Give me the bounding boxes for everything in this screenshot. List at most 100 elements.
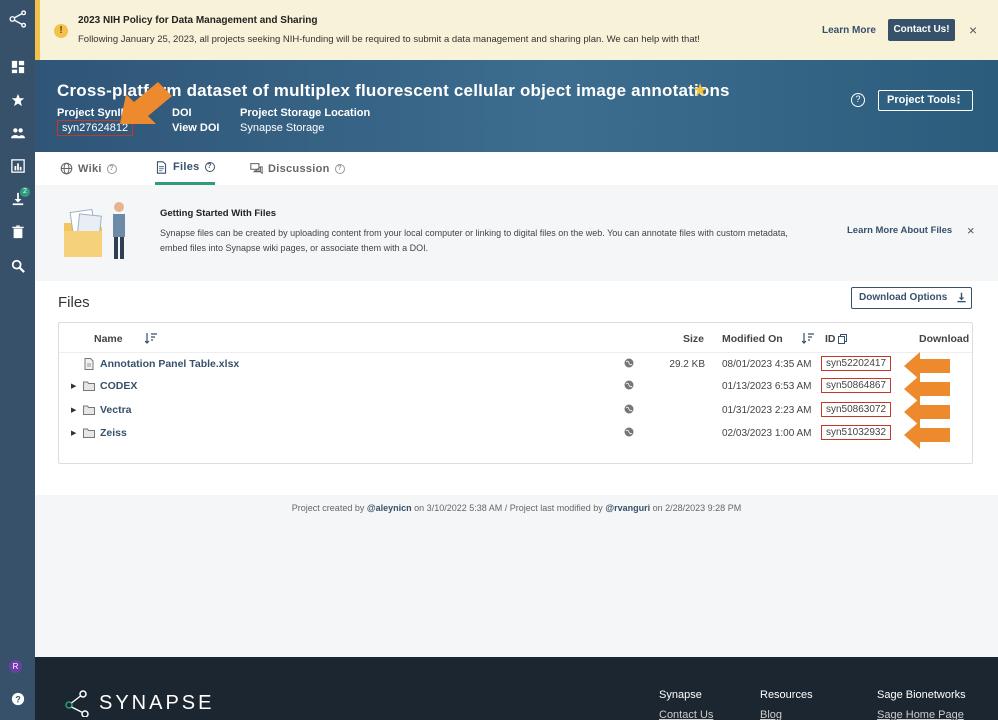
- modified-date: on 2/28/2023 9:28 PM: [652, 503, 742, 513]
- getting-started-heading: Getting Started With Files: [160, 208, 277, 219]
- files-help-icon[interactable]: ?: [204, 162, 215, 172]
- col-header-modified[interactable]: Modified On: [722, 333, 783, 345]
- row-name-link[interactable]: Annotation Panel Table.xlsx: [100, 358, 239, 370]
- table-row[interactable]: ▶ CODEX 01/13/2023 6:53 AM syn50864867: [59, 375, 972, 398]
- banner-learn-more-link[interactable]: Learn More: [822, 25, 876, 36]
- trash-icon[interactable]: [0, 219, 35, 245]
- tab-discussion-label: Discussion: [268, 162, 330, 175]
- favorite-star-icon[interactable]: ★: [692, 80, 708, 101]
- public-globe-icon: [624, 380, 634, 390]
- project-created-modified-line: Project created by @aleynicn on 3/10/202…: [35, 503, 998, 513]
- tab-discussion[interactable]: Discussion ?: [250, 152, 345, 185]
- footer-blog-link[interactable]: Blog: [760, 709, 782, 720]
- user-avatar[interactable]: R: [9, 660, 22, 673]
- tab-files[interactable]: Files ?: [155, 152, 215, 185]
- table-row[interactable]: ▶ Zeiss 02/03/2023 1:00 AM syn51032932: [59, 422, 972, 445]
- project-help-icon[interactable]: ?: [851, 93, 865, 107]
- search-icon[interactable]: [0, 253, 35, 279]
- download-options-label: Download Options: [859, 292, 948, 303]
- project-tabs: Wiki ? Files ? Discussion ?: [35, 152, 998, 185]
- discussion-help-icon[interactable]: ?: [334, 163, 345, 174]
- warning-icon: !: [54, 24, 68, 38]
- downloads-count-badge: 2: [20, 187, 30, 197]
- created-prefix: Project created by: [291, 503, 365, 513]
- wiki-help-icon[interactable]: ?: [106, 163, 117, 174]
- row-id: syn50864867: [821, 378, 892, 393]
- getting-started-text: Synapse files can be created by uploadin…: [160, 228, 788, 253]
- files-content: Getting Started With Files Synapse files…: [35, 185, 998, 657]
- tab-wiki[interactable]: Wiki ?: [60, 152, 117, 185]
- row-id: syn52202417: [821, 356, 892, 371]
- synapse-logo-icon[interactable]: [0, 6, 35, 32]
- modified-by-user-link[interactable]: @rvanguri: [605, 503, 650, 513]
- public-globe-icon: [624, 427, 634, 437]
- footer-col-synapse-title: Synapse: [659, 689, 702, 701]
- row-name-link[interactable]: Vectra: [100, 404, 132, 416]
- getting-started-panel: Getting Started With Files Synapse files…: [35, 185, 998, 278]
- learn-more-files-link[interactable]: Learn More About Files: [847, 225, 952, 236]
- expand-caret-icon[interactable]: ▶: [71, 406, 76, 414]
- favorites-star-icon[interactable]: [0, 87, 35, 113]
- created-by-user-link[interactable]: @aleynicn: [367, 503, 412, 513]
- table-row[interactable]: Annotation Panel Table.xlsx 29.2 KB 08/0…: [59, 352, 972, 375]
- storage-location-label: Project Storage Location: [240, 107, 371, 119]
- footer-contact-us-link[interactable]: Contact Us: [659, 709, 713, 720]
- charts-icon[interactable]: [0, 153, 35, 179]
- row-name-link[interactable]: Zeiss: [100, 427, 127, 439]
- annotation-arrow-row4-icon: [904, 421, 950, 449]
- footer-col-sage-title: Sage Bionetworks: [877, 689, 966, 701]
- copy-icon[interactable]: [838, 334, 847, 344]
- teams-icon[interactable]: [0, 120, 35, 146]
- folder-icon: [83, 381, 95, 391]
- folder-icon: [83, 405, 95, 415]
- expand-caret-icon[interactable]: ▶: [71, 429, 76, 437]
- dashboard-icon[interactable]: [0, 54, 35, 80]
- files-table: Name Size Modified On ID Download Annota…: [58, 322, 973, 464]
- col-header-id: ID: [825, 333, 836, 345]
- help-icon[interactable]: ?: [0, 686, 35, 712]
- row-modified: 01/31/2023 2:23 AM: [722, 405, 812, 416]
- footer-col-resources-title: Resources: [760, 689, 813, 701]
- annotation-arrow-synid-icon: [120, 82, 172, 124]
- site-footer: SYNAPSE Synapse Contact Us Resources Blo…: [35, 657, 998, 720]
- file-icon: [156, 160, 167, 174]
- view-doi-link[interactable]: View DOI: [172, 122, 219, 134]
- files-title: Files: [58, 294, 90, 311]
- tab-wiki-label: Wiki: [78, 162, 102, 175]
- expand-caret-icon[interactable]: ▶: [71, 382, 76, 390]
- files-panel: Files Download Options Name Size Modifie…: [35, 281, 998, 495]
- synapse-logo-icon: [65, 690, 89, 717]
- project-tools-label: Project Tools: [887, 94, 956, 106]
- row-id: syn51032932: [821, 425, 892, 440]
- row-modified: 02/03/2023 1:00 AM: [722, 428, 812, 439]
- table-row[interactable]: ▶ Vectra 01/31/2023 2:23 AM syn50863072: [59, 399, 972, 422]
- sort-modified-icon[interactable]: [802, 333, 814, 344]
- col-header-name[interactable]: Name: [94, 333, 123, 345]
- row-id: syn50863072: [821, 402, 892, 417]
- file-icon: [84, 358, 94, 370]
- folder-icon: [83, 428, 95, 438]
- storage-location-value: Synapse Storage: [240, 122, 325, 134]
- footer-brand: SYNAPSE: [99, 692, 215, 714]
- left-nav-rail: 2 R ?: [0, 0, 35, 720]
- banner-text: Following January 25, 2023, all projects…: [78, 34, 700, 45]
- project-tools-button[interactable]: Project Tools ⋮: [878, 90, 973, 111]
- public-globe-icon: [624, 358, 634, 368]
- nih-policy-banner: ! 2023 NIH Policy for Data Management an…: [35, 0, 998, 60]
- footer-sage-home-link[interactable]: Sage Home Page: [877, 709, 964, 720]
- doi-label: DOI: [172, 107, 192, 119]
- row-name-link[interactable]: CODEX: [100, 380, 137, 392]
- created-date: on 3/10/2022 5:38 AM / Project last modi…: [414, 503, 603, 513]
- contact-us-button[interactable]: Contact Us!: [888, 19, 955, 41]
- banner-title: 2023 NIH Policy for Data Management and …: [78, 15, 318, 26]
- project-header: Cross-platform dataset of multiplex fluo…: [35, 60, 998, 152]
- sort-name-icon[interactable]: [145, 333, 157, 344]
- help-icon-glyph: ?: [15, 695, 20, 705]
- getting-started-close-icon[interactable]: ×: [967, 223, 975, 238]
- download-options-button[interactable]: Download Options: [851, 287, 972, 309]
- banner-close-icon[interactable]: ×: [969, 22, 977, 38]
- col-header-size: Size: [683, 333, 705, 345]
- col-header-download: Download: [919, 333, 970, 345]
- more-vertical-icon: ⋮: [953, 94, 964, 106]
- discussion-icon: [250, 163, 263, 175]
